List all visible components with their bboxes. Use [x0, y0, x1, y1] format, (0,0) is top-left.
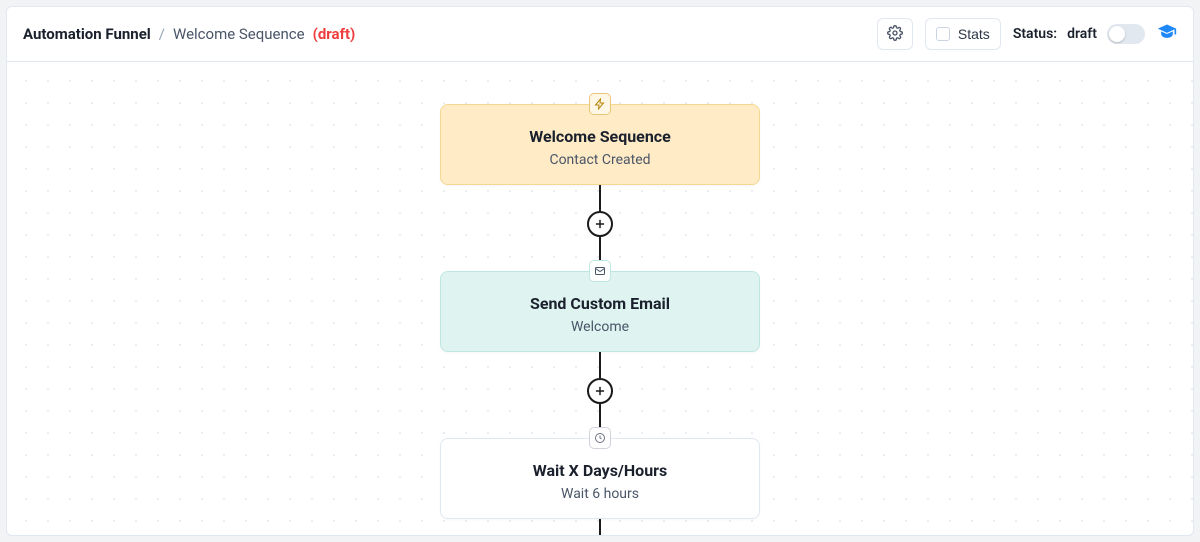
- breadcrumb-root[interactable]: Automation Funnel: [23, 25, 151, 43]
- node-title: Send Custom Email: [457, 294, 743, 313]
- flow-column: Welcome Sequence Contact Created Send Cu…: [440, 104, 760, 536]
- node-trigger[interactable]: Welcome Sequence Contact Created: [440, 104, 760, 185]
- bolt-icon: [589, 93, 611, 115]
- node-subtitle: Contact Created: [457, 152, 743, 168]
- node-title: Welcome Sequence: [457, 127, 743, 146]
- gear-icon: [887, 25, 903, 44]
- add-step-button[interactable]: [587, 211, 613, 237]
- status-toggle[interactable]: [1107, 24, 1145, 44]
- automation-canvas[interactable]: Welcome Sequence Contact Created Send Cu…: [6, 62, 1194, 536]
- stats-checkbox: [936, 27, 950, 41]
- connector-line: [599, 352, 601, 378]
- breadcrumb-current[interactable]: Welcome Sequence: [173, 25, 305, 43]
- status-area: Status: draft: [1013, 24, 1145, 44]
- stats-toggle-button[interactable]: Stats: [925, 18, 1001, 50]
- node-subtitle: Welcome: [457, 319, 743, 335]
- connector-line: [599, 519, 601, 536]
- node-wait[interactable]: Wait X Days/Hours Wait 6 hours: [440, 438, 760, 519]
- breadcrumb-separator: /: [159, 25, 165, 43]
- graduation-cap-icon: [1157, 22, 1177, 46]
- clock-icon: [589, 427, 611, 449]
- top-bar: Automation Funnel / Welcome Sequence (dr…: [6, 6, 1194, 62]
- connector-line: [599, 185, 601, 211]
- node-send-email[interactable]: Send Custom Email Welcome: [440, 271, 760, 352]
- add-step-button[interactable]: [587, 378, 613, 404]
- settings-button[interactable]: [877, 18, 913, 50]
- mail-icon: [589, 260, 611, 282]
- status-value: draft: [1067, 26, 1097, 42]
- node-subtitle: Wait 6 hours: [457, 486, 743, 502]
- node-title: Wait X Days/Hours: [457, 461, 743, 480]
- status-label-prefix: Status:: [1013, 26, 1057, 42]
- stats-label: Stats: [958, 26, 990, 42]
- breadcrumb: Automation Funnel / Welcome Sequence (dr…: [23, 25, 355, 43]
- help-button[interactable]: [1157, 22, 1177, 46]
- breadcrumb-draft-badge: (draft): [313, 25, 356, 43]
